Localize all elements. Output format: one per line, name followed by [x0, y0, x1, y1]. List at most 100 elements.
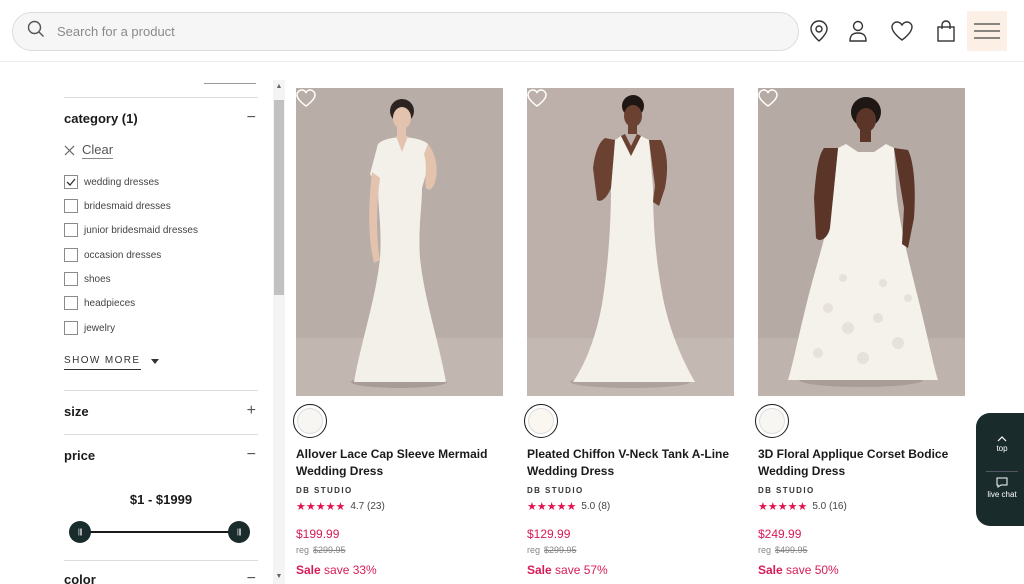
shopping-bag-icon[interactable] — [934, 19, 958, 43]
live-chat-label: live chat — [987, 490, 1017, 499]
sale-savings: save 50% — [786, 563, 839, 577]
checkbox[interactable] — [64, 321, 78, 335]
regular-price: reg $299.95 — [296, 545, 346, 555]
regular-price-value: $299.95 — [313, 545, 346, 555]
regular-price-label: reg — [296, 545, 310, 555]
chevron-up-icon — [997, 436, 1007, 442]
checkbox-checked[interactable] — [64, 175, 78, 189]
product-brand: DB STUDIO — [527, 486, 584, 495]
category-option-jewelry[interactable]: jewelry — [64, 320, 115, 336]
floating-help-widget: top live chat — [976, 413, 1024, 526]
product-card[interactable]: Pleated Chiffon V-Neck Tank A-Line Weddi… — [524, 88, 734, 577]
price-slider-track[interactable] — [78, 531, 240, 533]
search-input[interactable] — [57, 24, 657, 39]
category-option-label: headpieces — [84, 297, 136, 309]
category-option-occasion-dresses[interactable]: occasion dresses — [64, 247, 161, 263]
regular-price: reg $499.95 — [758, 545, 808, 555]
product-rating: ★★★★★ 5.0 (8) — [527, 500, 610, 513]
checkbox[interactable] — [64, 272, 78, 286]
checkbox[interactable] — [64, 223, 78, 237]
product-name[interactable]: Allover Lace Cap Sleeve Mermaid Wedding … — [296, 446, 503, 480]
account-icon[interactable] — [846, 19, 870, 43]
expand-size-icon[interactable]: + — [247, 403, 256, 419]
category-option-bridesmaid-dresses[interactable]: bridesmaid dresses — [64, 198, 171, 214]
clear-filter-label: Clear — [82, 142, 114, 159]
filter-category-title[interactable]: category (1) — [64, 111, 138, 126]
sale-savings: save 33% — [324, 563, 377, 577]
product-card[interactable]: 3D Floral Applique Corset Bodice Wedding… — [755, 88, 965, 577]
scroll-up-arrow-icon[interactable]: ▲ — [273, 80, 285, 92]
caret-down-icon — [150, 358, 159, 364]
sale-price: $129.99 — [527, 527, 571, 541]
collapse-color-icon[interactable]: − — [247, 571, 256, 584]
price-slider-max-handle[interactable]: ||| — [228, 521, 250, 543]
product-rating: ★★★★★ 4.7 (23) — [296, 500, 385, 513]
category-option-wedding-dresses[interactable]: wedding dresses — [64, 174, 159, 190]
scroll-down-arrow-icon[interactable]: ▼ — [273, 570, 285, 582]
divider — [64, 390, 258, 391]
category-option-label: bridesmaid dresses — [84, 200, 171, 212]
category-option-label: wedding dresses — [84, 176, 160, 188]
checkbox[interactable] — [64, 296, 78, 310]
category-option-headpieces[interactable]: headpieces — [64, 295, 135, 311]
filter-color-title[interactable]: color — [64, 572, 96, 584]
sale-word: Sale — [758, 563, 783, 577]
color-swatch-selected[interactable] — [755, 404, 789, 438]
category-option-label: junior bridesmaid dresses — [84, 224, 198, 236]
product-image[interactable] — [296, 88, 503, 396]
search-icon[interactable] — [27, 20, 45, 43]
collapse-category-icon[interactable]: − — [247, 110, 256, 126]
checkbox[interactable] — [64, 248, 78, 262]
wishlist-heart-icon[interactable] — [890, 19, 914, 43]
star-rating-icon: ★★★★★ — [296, 501, 346, 513]
sidebar-scrollbar[interactable]: ▲ ▼ — [273, 80, 285, 584]
filter-sidebar: category (1) − Clear wedding dresses bri… — [64, 80, 258, 584]
divider — [64, 560, 258, 561]
show-more-button[interactable]: SHOW MORE — [64, 355, 159, 370]
site-header — [0, 0, 1024, 62]
regular-price-value: $299.95 — [544, 545, 577, 555]
divider — [204, 83, 256, 84]
clear-filter-button[interactable]: Clear — [64, 142, 114, 159]
sale-badge: Sale save 33% — [296, 563, 377, 577]
show-more-label: SHOW MORE — [64, 355, 141, 370]
rating-text: 4.7 (23) — [350, 501, 385, 512]
product-card[interactable]: Allover Lace Cap Sleeve Mermaid Wedding … — [293, 88, 503, 577]
scrollbar-thumb[interactable] — [274, 100, 284, 295]
favorite-heart-icon[interactable] — [296, 88, 316, 108]
regular-price-label: reg — [527, 545, 541, 555]
sale-price: $199.99 — [296, 527, 340, 541]
rating-text: 5.0 (16) — [812, 501, 847, 512]
checkbox[interactable] — [64, 199, 78, 213]
filter-size-title[interactable]: size — [64, 404, 89, 419]
category-option-shoes[interactable]: shoes — [64, 271, 111, 287]
sale-word: Sale — [296, 563, 321, 577]
category-option-label: occasion dresses — [84, 249, 162, 261]
price-slider-min-handle[interactable]: ||| — [69, 521, 91, 543]
favorite-heart-icon[interactable] — [758, 88, 778, 108]
hamburger-menu-button[interactable] — [967, 11, 1007, 51]
divider — [64, 434, 258, 435]
hamburger-icon — [974, 23, 1000, 39]
collapse-price-icon[interactable]: − — [247, 447, 256, 463]
product-name[interactable]: 3D Floral Applique Corset Bodice Wedding… — [758, 446, 965, 480]
location-pin-icon[interactable] — [807, 19, 831, 43]
filter-price-title[interactable]: price — [64, 448, 95, 463]
favorite-heart-icon[interactable] — [527, 88, 547, 108]
back-to-top-button[interactable]: top — [976, 435, 1024, 453]
search-bar[interactable] — [12, 12, 799, 51]
product-name[interactable]: Pleated Chiffon V-Neck Tank A-Line Weddi… — [527, 446, 734, 480]
product-brand: DB STUDIO — [758, 486, 815, 495]
checkmark-icon — [66, 178, 76, 186]
live-chat-button[interactable]: live chat — [976, 477, 1024, 499]
price-range-value: $1 - $1999 — [129, 492, 193, 507]
color-swatch-selected[interactable] — [524, 404, 558, 438]
product-image[interactable] — [758, 88, 965, 396]
category-option-label: shoes — [84, 273, 111, 285]
sale-badge: Sale save 57% — [527, 563, 608, 577]
category-option-junior-bridesmaid-dresses[interactable]: junior bridesmaid dresses — [64, 222, 198, 238]
product-image[interactable] — [527, 88, 734, 396]
product-rating: ★★★★★ 5.0 (16) — [758, 500, 847, 513]
color-swatch-selected[interactable] — [293, 404, 327, 438]
chat-bubble-icon — [996, 477, 1008, 488]
